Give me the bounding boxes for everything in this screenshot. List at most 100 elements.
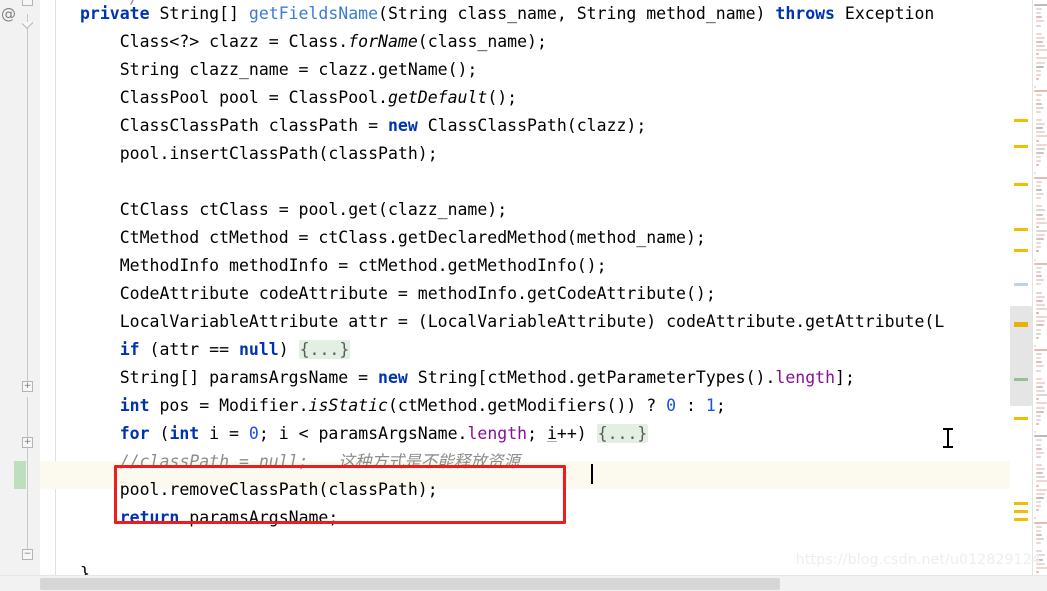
horizontal-scrollbar-thumb[interactable] xyxy=(40,578,780,590)
code-token: ClassClassPath(clazz); xyxy=(417,116,647,135)
annotation-marker-icon[interactable]: @ xyxy=(1,7,16,22)
vcs-change-marker[interactable] xyxy=(14,461,26,489)
minimap-line xyxy=(1035,20,1044,23)
code-token: Exception xyxy=(835,4,935,23)
minimap-line xyxy=(1035,106,1044,109)
code-line[interactable]: ClassClassPath classPath = new ClassClas… xyxy=(80,112,944,140)
fold-collapse-icon-top[interactable]: − xyxy=(22,0,33,6)
minimap-line xyxy=(1035,73,1041,76)
code-line[interactable]: String[] paramsArgsName = new String[ctM… xyxy=(80,364,944,392)
minimap-line xyxy=(1034,431,1036,434)
code-token: throws xyxy=(775,4,835,23)
minimap-line xyxy=(1035,472,1044,475)
minimap-line xyxy=(1035,16,1042,19)
stripe-marker-warning[interactable] xyxy=(1014,510,1028,513)
minimap-line xyxy=(1035,205,1042,208)
code-token: (); xyxy=(487,88,518,107)
minimap-line xyxy=(1035,312,1040,314)
code-token: return xyxy=(119,508,180,527)
minimap-line xyxy=(1035,455,1041,458)
minimap-line xyxy=(1035,8,1043,11)
code-token: CtMethod ctMethod = ctClass.getDeclaredM… xyxy=(119,228,706,247)
code-line[interactable]: Class<?> clazz = Class.forName(class_nam… xyxy=(80,28,944,56)
minimap-line xyxy=(1035,357,1042,360)
code-line[interactable]: CodeAttribute codeAttribute = methodInfo… xyxy=(80,280,944,308)
minimap-line xyxy=(1035,307,1047,310)
code-line[interactable]: for (int i = 0; i < paramsArgsName.lengt… xyxy=(80,420,944,448)
code-line[interactable]: int pos = Modifier.isStatic(ctMethod.get… xyxy=(80,392,944,420)
code-lines[interactable]: private String[] getFieldsName(String cl… xyxy=(80,0,944,575)
code-token: CodeAttribute codeAttribute = methodInfo… xyxy=(119,284,716,303)
code-token: ; xyxy=(527,424,547,443)
stripe-marker-warning[interactable] xyxy=(1014,145,1028,148)
minimap-line xyxy=(1035,180,1043,183)
minimap-line xyxy=(1035,242,1041,245)
minimap-line xyxy=(1035,316,1047,319)
stripe-marker-warning[interactable] xyxy=(1014,502,1028,505)
minimap-line xyxy=(1035,439,1043,442)
minimap-line xyxy=(1035,12,1042,15)
code-token: ) xyxy=(278,340,299,359)
code-line[interactable]: pool.insertClassPath(classPath); xyxy=(80,140,944,168)
stripe-marker-warning[interactable] xyxy=(1014,228,1028,231)
code-token: pos = Modifier. xyxy=(149,396,309,415)
fold-collapse-arrow-icon[interactable] xyxy=(22,22,33,29)
fold-expand-icon-for[interactable]: + xyxy=(22,437,33,448)
minimap-line xyxy=(1035,377,1042,380)
marker-stripe[interactable] xyxy=(1010,0,1032,575)
code-line[interactable] xyxy=(80,168,944,196)
code-token: int xyxy=(119,396,150,415)
stripe-marker-warning[interactable] xyxy=(1014,518,1028,521)
stripe-marker-warning[interactable] xyxy=(1014,417,1028,420)
horizontal-scrollbar-track[interactable] xyxy=(0,575,1047,591)
watermark-text: https://blog.csdn.net/u012829124 xyxy=(795,552,1041,568)
code-token: (class_name); xyxy=(417,32,547,51)
code-line[interactable]: pool.removeClassPath(classPath); xyxy=(80,476,944,504)
minimap-line xyxy=(1034,521,1047,524)
fold-collapse-icon-bottom[interactable]: − xyxy=(22,549,33,560)
stripe-marker-warning[interactable] xyxy=(1014,119,1028,122)
minimap-line xyxy=(1035,246,1041,249)
minimap-line xyxy=(1035,266,1043,269)
code-token: length xyxy=(775,368,836,387)
code-line[interactable]: CtMethod ctMethod = ctClass.getDeclaredM… xyxy=(80,224,944,252)
code-line[interactable]: LocalVariableAttribute attr = (LocalVari… xyxy=(80,308,945,336)
code-line[interactable]: //classPath = null; 这种方式是不能释放资源 xyxy=(80,448,944,476)
minimap-line xyxy=(1035,225,1040,228)
code-token: CtClass ctClass = pool.get(clazz_name); xyxy=(119,200,508,219)
minimap-line xyxy=(1035,188,1042,191)
minimap-line xyxy=(1035,271,1042,273)
code-token: (ctMethod.getModifiers()) ? xyxy=(388,396,667,415)
stripe-marker-warning[interactable] xyxy=(1014,183,1028,186)
minimap-line xyxy=(1035,279,1044,282)
stripe-marker-warning[interactable] xyxy=(1014,249,1028,252)
code-minimap[interactable] xyxy=(1032,0,1047,575)
vertical-scrollbar-thumb[interactable] xyxy=(1010,306,1032,406)
minimap-line xyxy=(1035,69,1041,72)
minimap-line xyxy=(1035,135,1047,138)
minimap-line xyxy=(1035,529,1042,532)
code-line[interactable]: MethodInfo methodInfo = ctMethod.getMeth… xyxy=(80,252,944,280)
code-token: 0 xyxy=(666,396,677,415)
code-line[interactable]: ClassPool pool = ClassPool.getDefault(); xyxy=(80,84,944,112)
code-token: (attr == xyxy=(139,340,239,359)
code-line[interactable]: if (attr == null) {...} xyxy=(80,336,944,364)
minimap-line xyxy=(1034,517,1036,520)
minimap-line xyxy=(1034,172,1036,175)
minimap-line xyxy=(1035,164,1039,167)
code-token: {...} xyxy=(596,424,649,443)
minimap-line xyxy=(1035,386,1044,388)
code-line[interactable]: CtClass ctClass = pool.get(clazz_name); xyxy=(80,196,944,224)
code-line[interactable]: String clazz_name = clazz.getName(); xyxy=(80,56,944,84)
code-text-area[interactable]: */ private String[] getFieldsName(String… xyxy=(40,0,1010,575)
fold-expand-icon-if[interactable]: + xyxy=(22,381,33,392)
code-token: ++) xyxy=(556,424,597,443)
stripe-marker-info[interactable] xyxy=(1014,283,1028,286)
code-line[interactable]: return paramsArgsName; xyxy=(80,504,944,532)
code-line[interactable]: private String[] getFieldsName(String cl… xyxy=(80,0,944,28)
